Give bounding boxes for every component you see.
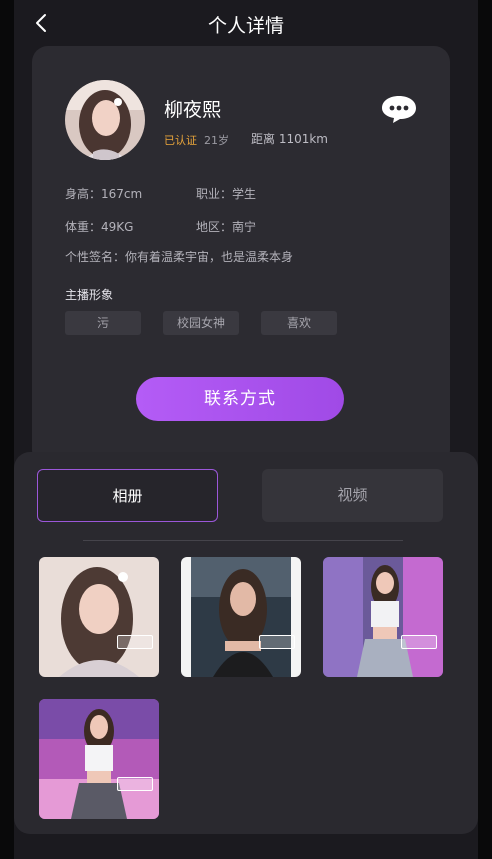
gallery-photo[interactable]: [39, 699, 159, 819]
gallery-photo[interactable]: [323, 557, 443, 677]
distance-text: 距离 1101km: [251, 132, 328, 146]
verified-badge: 已认证: [164, 134, 197, 147]
tag-item: 污: [65, 311, 141, 335]
screen-frame-left: [0, 0, 14, 859]
gallery-photo[interactable]: [39, 557, 159, 677]
tab-album[interactable]: 相册: [37, 469, 218, 522]
watermark-badge: [259, 635, 295, 649]
username: 柳夜熙: [164, 99, 222, 121]
height-info: 身高：167cm: [65, 187, 143, 201]
chat-bubble-icon[interactable]: [380, 94, 418, 124]
watermark-badge: [117, 777, 153, 791]
age-text: 21岁: [204, 134, 229, 147]
tags-title: 主播形象: [65, 288, 114, 302]
region-info: 地区：南宁: [196, 220, 257, 234]
tag-item: 校园女神: [163, 311, 239, 335]
gallery-panel: 相册 视频: [14, 452, 478, 834]
contact-button[interactable]: 联系方式: [136, 377, 344, 421]
screen-frame-right: [478, 0, 492, 859]
profile-card: 柳夜熙 已认证 21岁 距离 1101km 身高：167cm 职业：学生 体重：…: [32, 46, 450, 466]
watermark-badge: [117, 635, 153, 649]
weight-info: 体重：49KG: [65, 220, 134, 234]
signature-text: 个性签名：你有着温柔宇宙，也是温柔本身: [65, 250, 294, 264]
tab-divider: [83, 540, 403, 541]
gallery-photo[interactable]: [181, 557, 301, 677]
page-title: 个人详情: [207, 15, 284, 37]
watermark-badge: [401, 635, 437, 649]
tab-video[interactable]: 视频: [262, 469, 443, 522]
tag-item: 喜欢: [261, 311, 337, 335]
top-bar: 个人详情: [14, 0, 478, 46]
app-screen: 个人详情 柳夜熙 已认证 21岁 距离 1101km 身高：167cm 职业：学: [14, 0, 478, 859]
occupation-info: 职业：学生: [196, 187, 257, 201]
avatar[interactable]: [65, 80, 145, 160]
